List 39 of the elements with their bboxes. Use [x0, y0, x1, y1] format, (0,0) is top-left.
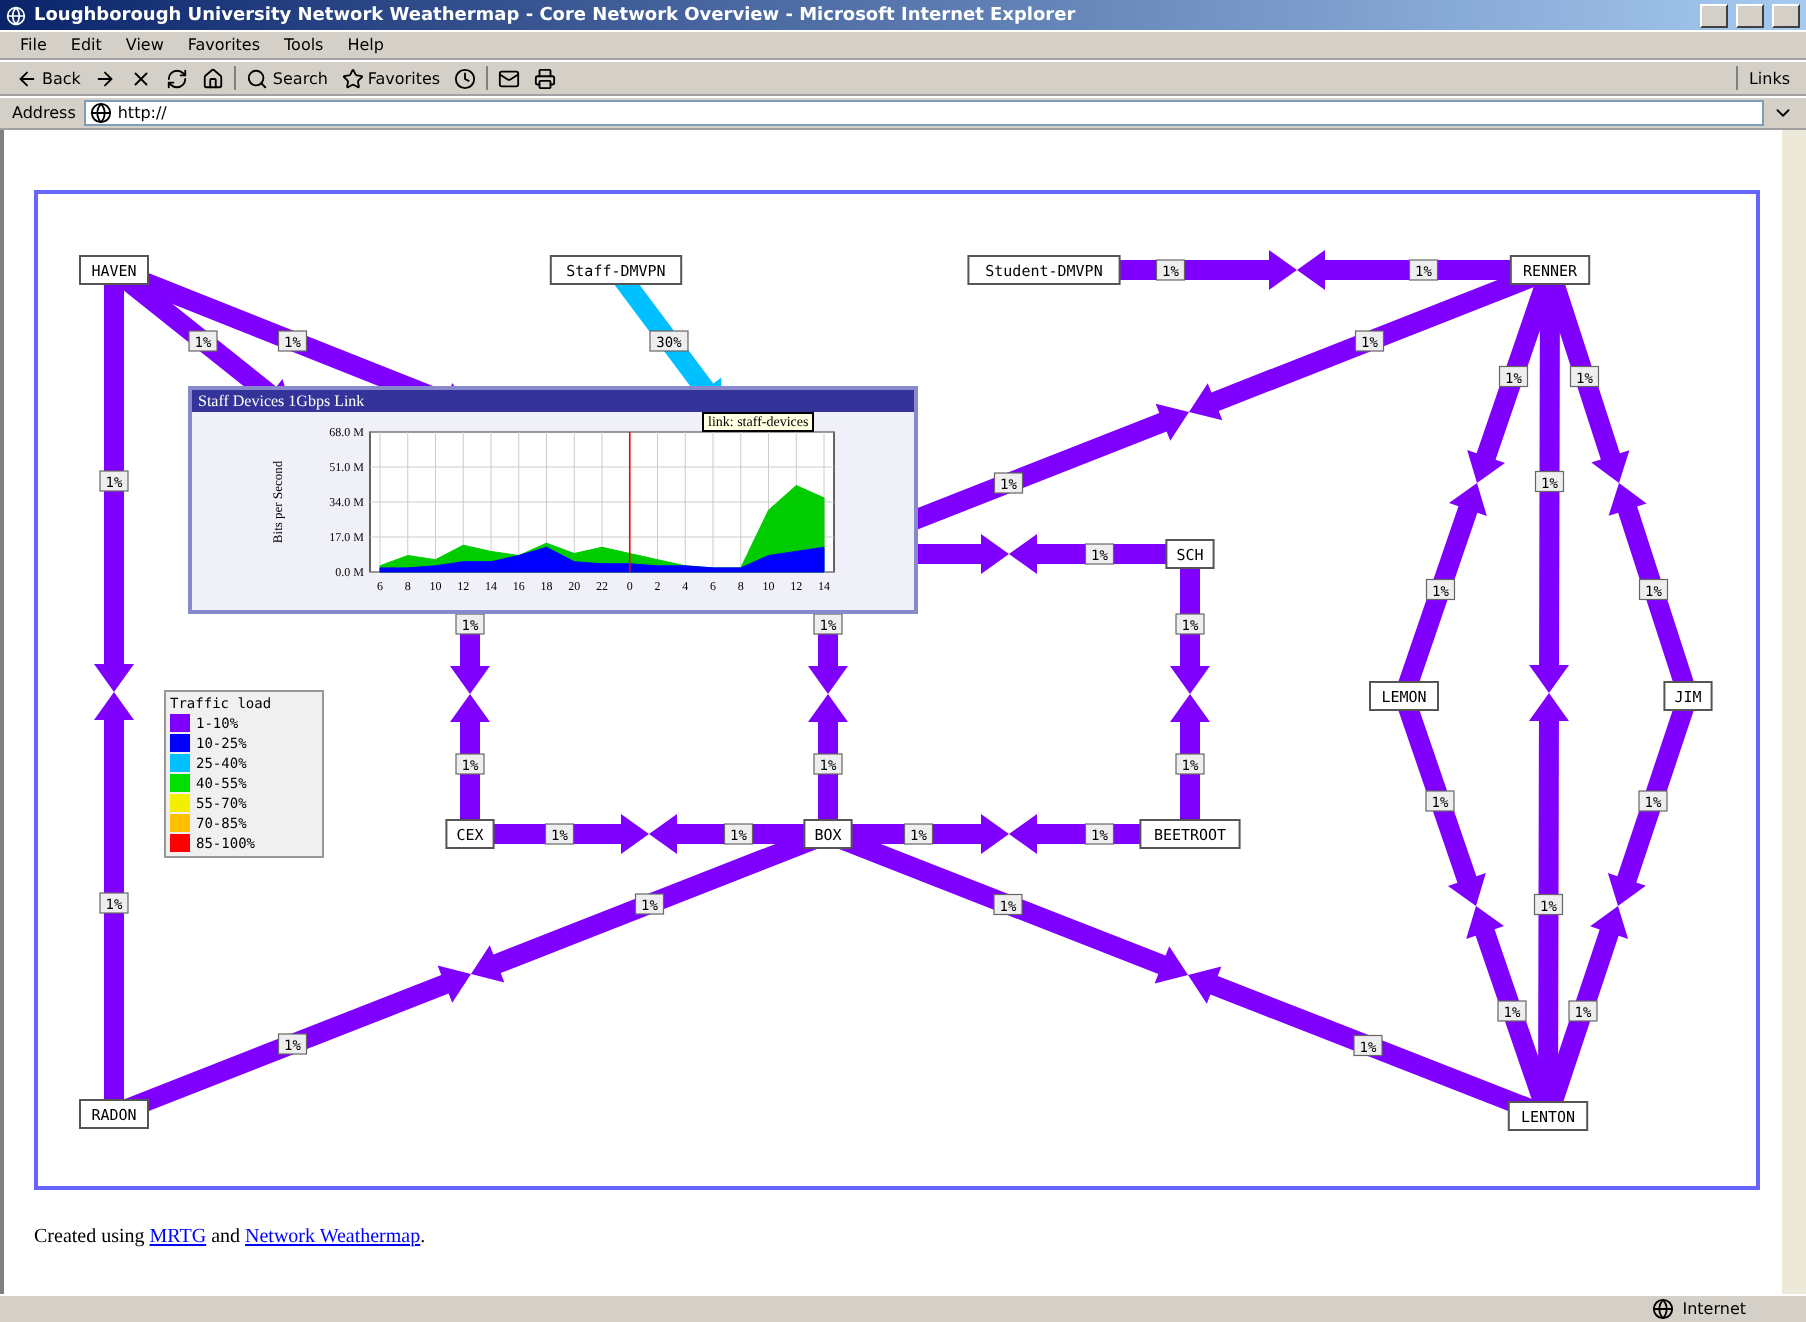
search-button[interactable]: Search [242, 67, 332, 89]
menu-item[interactable]: Help [339, 36, 392, 54]
printer-icon [534, 67, 557, 89]
stop-icon [130, 67, 153, 89]
back-icon [16, 67, 38, 89]
home-icon [202, 67, 225, 89]
menu-item[interactable]: View [117, 36, 172, 54]
scrollbar[interactable] [1782, 130, 1806, 1294]
marker-line [627, 431, 630, 573]
refresh-icon [166, 67, 189, 89]
address-field[interactable]: http:// [83, 100, 1764, 126]
favorites-button[interactable]: Favorites [337, 67, 445, 89]
zone-icon [1652, 1298, 1675, 1320]
history-button[interactable] [450, 67, 481, 89]
links-button[interactable]: Links [1744, 69, 1794, 87]
back-button[interactable]: Back [12, 67, 85, 89]
clock-icon [454, 67, 477, 89]
window-title: Loughborough University Network Weathermap - Core Network Overview - Microsoft Internet Explorer [34, 5, 1078, 25]
page-icon [89, 102, 112, 124]
address-label: Address [12, 104, 76, 122]
close-button[interactable] [1772, 3, 1800, 27]
browser-icon [6, 5, 26, 25]
mail-button[interactable] [494, 67, 525, 89]
maximize-button[interactable] [1736, 3, 1764, 27]
menu-item[interactable]: File [12, 36, 55, 54]
status-zone: Internet [1682, 1300, 1746, 1318]
menu-item[interactable]: Favorites [179, 36, 269, 54]
popup-title: Staff Devices 1Gbps Link [192, 390, 914, 412]
menu-item[interactable]: Tools [276, 36, 332, 54]
mail-icon [498, 67, 521, 89]
footer-link[interactable]: MRTG [149, 1226, 207, 1248]
footer-text: Created using MRTG and Network Weathermap. [34, 1226, 428, 1248]
search-icon [246, 67, 269, 89]
forward-icon [94, 67, 117, 89]
print-button[interactable] [530, 67, 561, 89]
star-icon [341, 67, 364, 89]
minimize-button[interactable] [1700, 3, 1728, 27]
footer-link[interactable]: Network Weathermap [245, 1226, 421, 1248]
menu-item[interactable]: Edit [62, 36, 110, 54]
